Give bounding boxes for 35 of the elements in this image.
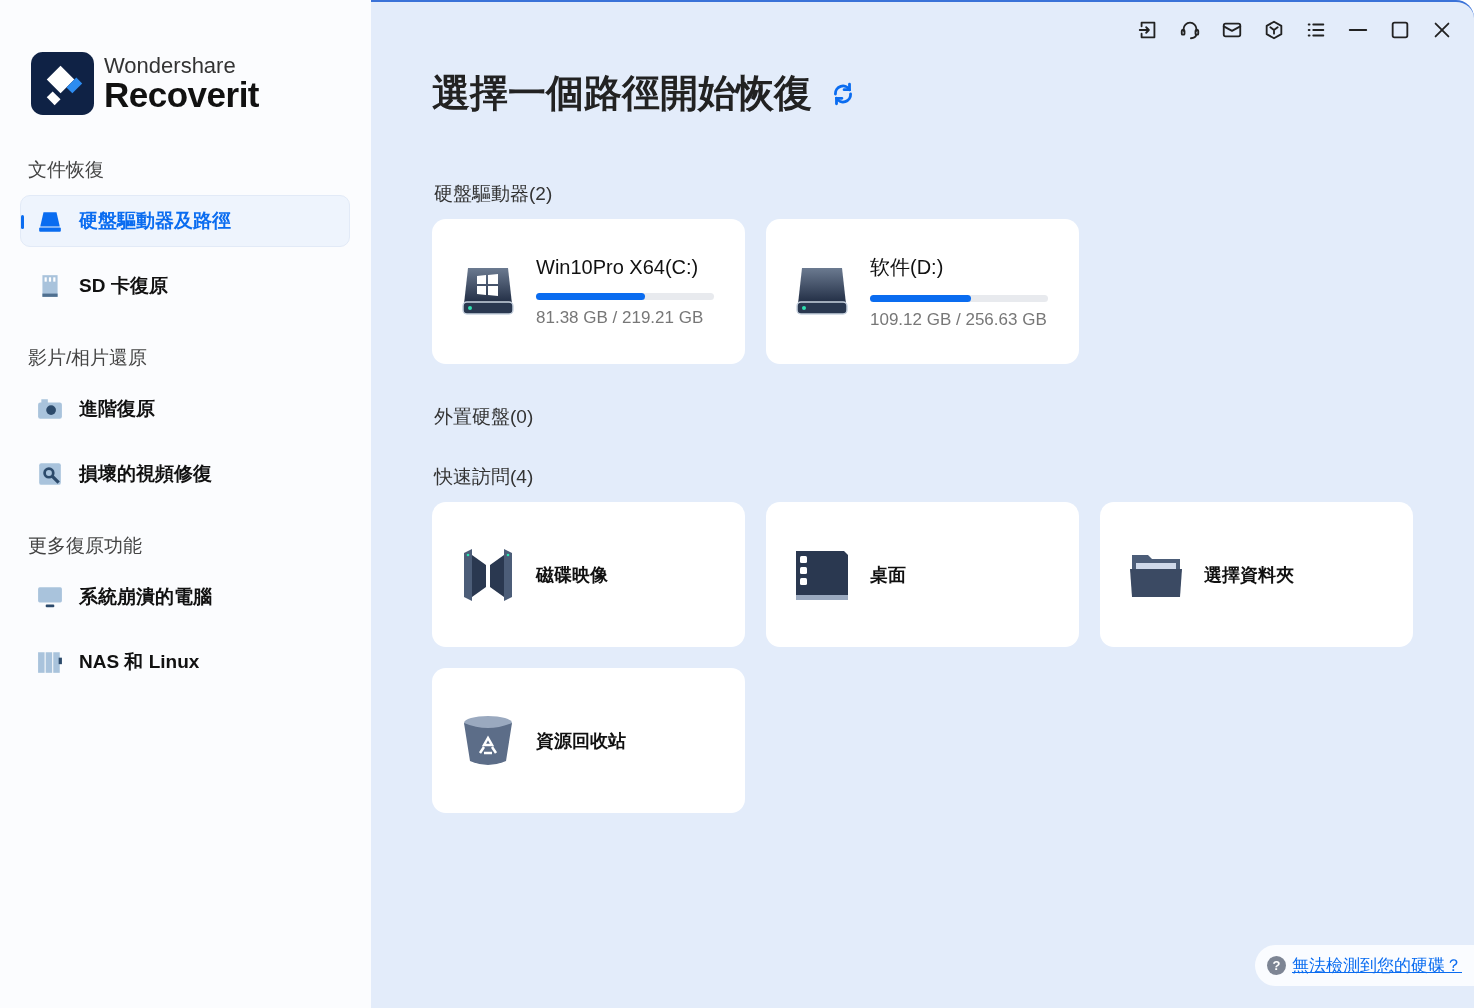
help-icon: ? xyxy=(1267,956,1286,975)
location-label: 桌面 xyxy=(870,563,906,587)
section-title: 外置硬盤(0) xyxy=(434,405,535,429)
location-card[interactable]: 選擇資料夾 xyxy=(1100,502,1413,647)
drive-card[interactable]: Win10Pro X64(C:) 81.38 GB / 219.21 GB xyxy=(432,219,745,364)
section-title: 快速訪問(4) xyxy=(434,465,535,489)
drive-usage: 81.38 GB / 219.21 GB xyxy=(536,307,705,328)
section-title: 文件恢復 xyxy=(28,158,105,182)
product-name: Recoverit xyxy=(104,77,260,112)
location-card[interactable]: 資源回收站 xyxy=(432,668,745,813)
drive-card[interactable]: 软件(D:) 109.12 GB / 256.63 GB xyxy=(766,219,1079,364)
drive-usage: 109.12 GB / 256.63 GB xyxy=(870,309,1048,330)
location-card[interactable]: 桌面 xyxy=(766,502,1079,647)
app-logo-icon xyxy=(31,52,94,115)
location-label: 磁碟映像 xyxy=(536,563,608,587)
section-title: 影片/相片還原 xyxy=(28,346,149,370)
location-label: 選擇資料夾 xyxy=(1204,563,1294,587)
help-link[interactable]: 無法檢測到您的硬碟？ xyxy=(1292,954,1462,977)
server-icon xyxy=(37,649,63,675)
sidebar-item[interactable]: 進階復原 xyxy=(20,383,350,435)
monitor-icon xyxy=(37,584,63,610)
company-name: Wondershare xyxy=(104,55,237,77)
sidebar-item[interactable]: 系統崩潰的電腦 xyxy=(20,571,350,623)
sidebar-item[interactable]: 損壞的視頻修復 xyxy=(20,448,350,500)
location-label: 資源回收站 xyxy=(536,729,626,753)
camera-icon xyxy=(37,396,63,422)
page-heading: 選擇一個路徑開始恢復 xyxy=(432,71,812,116)
location-card[interactable]: 磁碟映像 xyxy=(432,502,745,647)
drive-name: 软件(D:) xyxy=(870,254,945,280)
sidebar-item[interactable]: 硬盤驅動器及路徑 xyxy=(20,195,350,247)
section-title: 更多復原功能 xyxy=(28,534,143,558)
drive-name: Win10Pro X64(C:) xyxy=(536,255,700,279)
sidebar-item[interactable]: SD 卡復原 xyxy=(20,260,350,312)
section-title: 硬盤驅動器(2) xyxy=(434,182,554,206)
sidebar-item[interactable]: NAS 和 Linux xyxy=(20,636,350,688)
